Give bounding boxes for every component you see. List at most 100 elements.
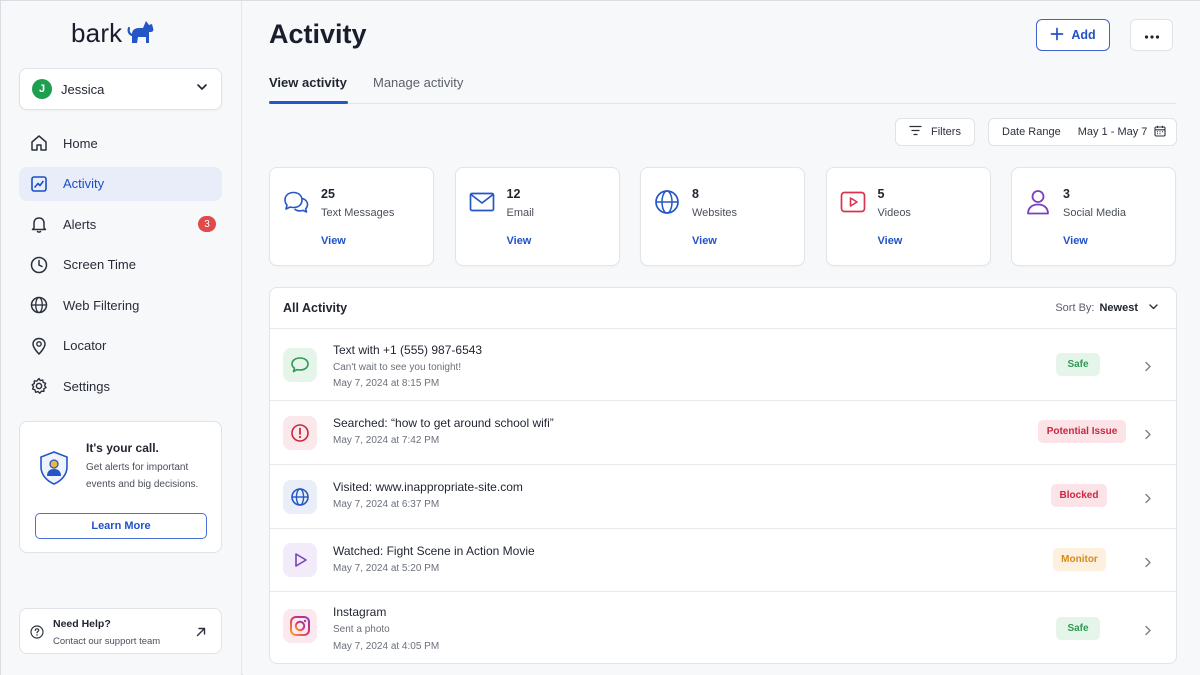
play-icon (283, 543, 317, 577)
sidebar-item-home[interactable]: Home (19, 126, 222, 160)
summary-card-email[interactable]: 12 Email View (454, 167, 620, 266)
learn-more-button[interactable]: Learn More (35, 513, 207, 539)
help-subtitle: Contact our support team (53, 636, 161, 647)
activity-row[interactable]: Searched: “how to get around school wifi… (270, 401, 1176, 465)
bell-icon (29, 214, 49, 234)
tab-view-activity[interactable]: View activity (269, 75, 347, 90)
card-view-link[interactable]: View (507, 235, 532, 247)
sort-dropdown[interactable]: Sort By: Newest (1055, 301, 1159, 315)
alerts-count-badge: 3 (198, 216, 216, 232)
summary-card-videos[interactable]: 5 Videos View (825, 167, 991, 266)
card-view-link[interactable]: View (321, 235, 346, 247)
sidebar-item-label: Settings (63, 378, 110, 394)
chevron-right-icon (1144, 491, 1152, 509)
globe-icon (283, 480, 317, 514)
list-header: All Activity Sort By: Newest (270, 288, 1176, 329)
activity-row[interactable]: Instagram Sent a photo May 7, 2024 at 4:… (270, 592, 1176, 663)
add-button[interactable]: Add (1036, 19, 1110, 51)
chevron-down-icon (1148, 301, 1159, 315)
more-options-button[interactable] (1130, 19, 1173, 51)
more-horizontal-icon (1144, 26, 1160, 44)
activity-title: Visited: www.inappropriate-site.com (333, 480, 523, 494)
sidebar-item-screen-time[interactable]: Screen Time (19, 248, 222, 282)
card-label: Text Messages (321, 207, 395, 219)
person-icon (1024, 188, 1052, 216)
activity-title: Watched: Fight Scene in Action Movie (333, 544, 535, 558)
bark-logo[interactable]: bark (71, 17, 156, 50)
clock-icon (29, 255, 49, 275)
card-view-link[interactable]: View (878, 235, 903, 247)
card-label: Social Media (1063, 207, 1126, 219)
activity-row[interactable]: Text with +1 (555) 987-6543 Can't wait t… (270, 329, 1176, 401)
chat-bubble-icon (283, 348, 317, 382)
summary-card-social-media[interactable]: 3 Social Media View (1011, 167, 1176, 266)
avatar: J (32, 79, 52, 99)
sidebar-item-settings[interactable]: Settings (19, 369, 222, 403)
sidebar-item-activity[interactable]: Activity (19, 166, 222, 201)
activity-subtitle: Can't wait to see you tonight! (333, 362, 462, 373)
location-pin-icon (29, 336, 49, 356)
plus-icon (1050, 27, 1064, 44)
date-range-picker[interactable]: Date Range May 1 - May 7 (988, 118, 1177, 146)
logo-text: bark (71, 18, 123, 48)
filters-button[interactable]: Filters (895, 118, 975, 146)
card-count: 25 (321, 187, 335, 201)
status-badge-safe: Safe (1056, 617, 1100, 640)
tab-manage-activity[interactable]: Manage activity (373, 75, 463, 90)
globe-icon (653, 188, 681, 216)
globe-icon (29, 295, 49, 315)
activity-timestamp: May 7, 2024 at 8:15 PM (333, 378, 440, 389)
sidebar-item-label: Home (63, 135, 98, 151)
date-range-value: May 1 - May 7 (1077, 126, 1148, 138)
sidebar-item-web-filtering[interactable]: Web Filtering (19, 288, 222, 322)
sidebar-item-label: Web Filtering (63, 297, 140, 313)
status-badge-potential-issue: Potential Issue (1038, 420, 1126, 443)
summary-card-text-messages[interactable]: 25 Text Messages View (269, 167, 434, 266)
card-label: Videos (877, 207, 911, 219)
promo-title: It's your call. (86, 441, 159, 455)
activity-title: Text with +1 (555) 987-6543 (333, 343, 483, 357)
video-play-icon (839, 188, 867, 216)
chevron-right-icon (1144, 427, 1152, 445)
activity-timestamp: May 7, 2024 at 6:37 PM (333, 499, 440, 510)
activity-row[interactable]: Visited: www.inappropriate-site.com May … (270, 465, 1176, 529)
help-circle-icon (30, 625, 44, 644)
chevron-down-icon (195, 80, 209, 99)
activity-icon (29, 174, 49, 194)
app-frame: bark J Jessica Home Activity Alerts 3 Sc… (0, 0, 1200, 675)
tab-bar: View activity Manage activity (269, 69, 1176, 104)
calendar-icon (1154, 125, 1166, 140)
list-title: All Activity (283, 301, 348, 315)
sort-label: Sort By: (1055, 302, 1095, 314)
chevron-right-icon (1144, 359, 1152, 377)
date-range-label: Date Range (1002, 126, 1061, 138)
card-label: Email (506, 207, 535, 219)
help-title: Need Help? (53, 618, 111, 630)
page-title: Activity (269, 19, 367, 49)
envelope-icon (468, 188, 496, 216)
child-profile-selector[interactable]: J Jessica (19, 68, 222, 110)
filters-label: Filters (931, 126, 961, 138)
arrow-up-right-icon (195, 625, 207, 643)
sidebar: bark J Jessica Home Activity Alerts 3 Sc… (1, 1, 242, 675)
alerts-promo-card: It's your call. Get alerts for important… (19, 421, 222, 553)
need-help-card[interactable]: Need Help? Contact our support team (19, 608, 222, 654)
sidebar-item-locator[interactable]: Locator (19, 329, 222, 363)
activity-timestamp: May 7, 2024 at 4:05 PM (333, 641, 440, 652)
status-badge-blocked: Blocked (1051, 484, 1107, 507)
card-view-link[interactable]: View (692, 235, 717, 247)
dog-logo-icon (126, 17, 156, 50)
status-badge-monitor: Monitor (1053, 548, 1106, 571)
main-content: Activity Add View activity Manage activi… (243, 1, 1200, 675)
promo-description: Get alerts for important events and big … (86, 462, 199, 490)
sidebar-item-alerts[interactable]: Alerts 3 (19, 207, 222, 241)
card-count: 8 (692, 187, 699, 201)
chevron-right-icon (1144, 555, 1152, 573)
instagram-icon (283, 609, 317, 643)
chevron-right-icon (1144, 623, 1152, 641)
summary-card-websites[interactable]: 8 Websites View (640, 167, 805, 266)
sidebar-item-label: Screen Time (63, 257, 136, 272)
activity-row[interactable]: Watched: Fight Scene in Action Movie May… (270, 529, 1176, 592)
card-view-link[interactable]: View (1063, 235, 1088, 247)
gear-icon (29, 376, 49, 396)
